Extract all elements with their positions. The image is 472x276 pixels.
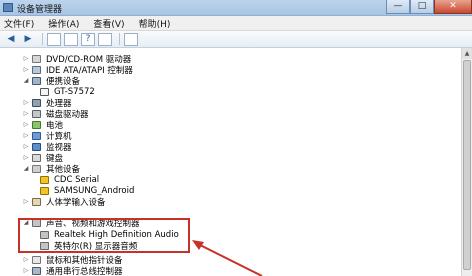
annotation-arrow [192, 240, 263, 276]
scroll-thumb[interactable] [463, 60, 471, 270]
vertical-scrollbar[interactable]: ▲ [461, 48, 472, 276]
scroll-up-arrow-icon[interactable]: ▲ [462, 48, 472, 59]
